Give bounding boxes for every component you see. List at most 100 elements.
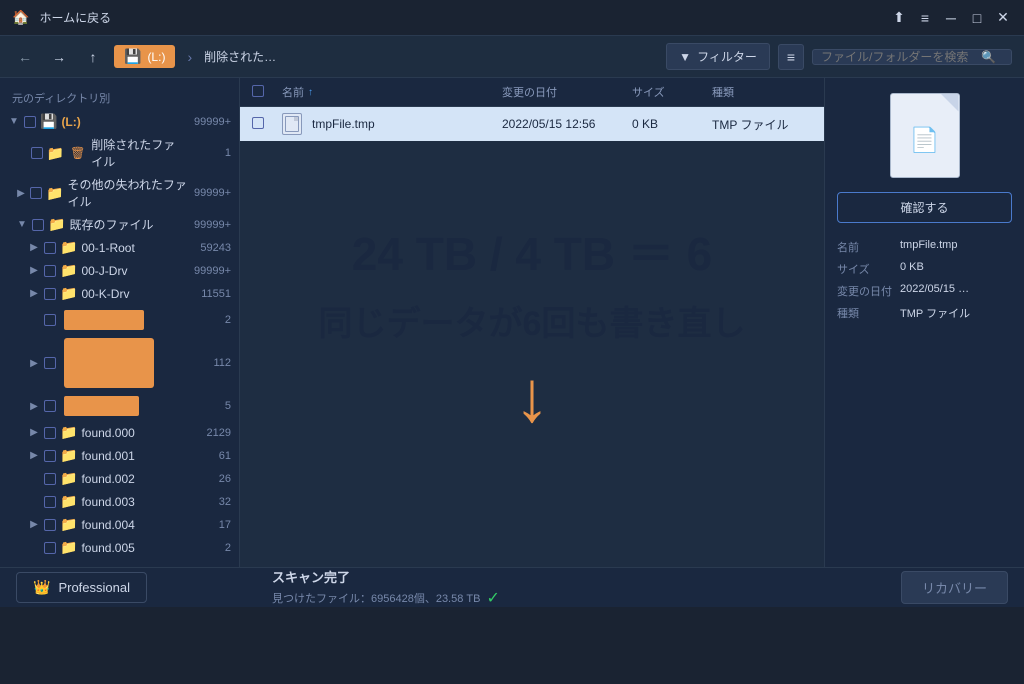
checkbox-f000[interactable] — [44, 427, 56, 439]
info-date-value: 2022/05/15 … — [900, 283, 969, 299]
sidebar-item-found002[interactable]: 📁 found.002 26 — [0, 467, 239, 490]
lost-files-count: 99999+ — [191, 187, 231, 199]
checkbox-r2[interactable] — [44, 357, 56, 369]
up-button[interactable]: ↑ — [80, 44, 106, 70]
title-bar: 🏠 ホームに戻る ⬆ ≡ ─ □ ✕ — [0, 0, 1024, 36]
expand-arrow-00-j: ▶ — [28, 265, 40, 277]
sidebar-item-found004[interactable]: ▶ 📁 found.004 17 — [0, 513, 239, 536]
lost-files-label: その他の失われたファイル — [67, 176, 187, 210]
found000-label: found.000 — [81, 426, 134, 440]
select-all-checkbox[interactable] — [252, 85, 264, 97]
sidebar-section-label: 元のディレクトリ別 — [0, 86, 239, 110]
menu-button[interactable]: ≡ — [916, 9, 934, 27]
maximize-button[interactable]: □ — [968, 9, 986, 27]
sidebar-item-redacted-2[interactable]: ▶ 112 — [0, 335, 239, 391]
folder-found005-icon: 📁 — [60, 539, 77, 556]
found003-count: 32 — [191, 496, 231, 508]
checkbox-f001[interactable] — [44, 450, 56, 462]
file-checkbox-1[interactable] — [252, 117, 264, 129]
sidebar-item-deleted-files[interactable]: 📁 🗑 削除されたファイル 1 — [0, 133, 239, 173]
sort-arrow-up[interactable]: ↑ — [308, 87, 313, 98]
checkbox-00-1[interactable] — [44, 242, 56, 254]
sidebar-item-found005[interactable]: 📁 found.005 2 — [0, 536, 239, 559]
existing-files-label: 既存のファイル — [69, 216, 153, 233]
sidebar-item-00-j-drv[interactable]: ▶ 📁 00-J-Drv 99999+ — [0, 259, 239, 282]
found001-count: 61 — [191, 450, 231, 462]
00-j-drv-count: 99999+ — [191, 265, 231, 277]
sidebar-item-found001[interactable]: ▶ 📁 found.001 61 — [0, 444, 239, 467]
checkbox-f002[interactable] — [44, 473, 56, 485]
sidebar-item-lost-files[interactable]: ▶ 📁 その他の失われたファイル 99999+ — [0, 173, 239, 213]
sidebar: 元のディレクトリ別 ▼ 💾 (L:) 99999+ 📁 🗑 削除されたファイル … — [0, 78, 240, 567]
sidebar-item-00-k-drv[interactable]: ▶ 📁 00-K-Drv 11551 — [0, 282, 239, 305]
hamburger-button[interactable]: ≡ — [778, 44, 804, 70]
folder-found000-icon: 📁 — [60, 424, 77, 441]
folder-found002-icon: 📁 — [60, 470, 77, 487]
back-button[interactable]: ← — [12, 44, 38, 70]
folder-existing-icon: 📁 — [48, 216, 65, 233]
search-icon[interactable]: 🔍 — [981, 50, 996, 64]
sidebar-item-found003[interactable]: 📁 found.003 32 — [0, 490, 239, 513]
checkbox-deleted[interactable] — [31, 147, 43, 159]
expand-icon: ▼ — [8, 116, 20, 128]
sidebar-item-root-drive[interactable]: ▼ 💾 (L:) 99999+ — [0, 110, 239, 133]
info-date-label: 変更の日付 — [837, 283, 892, 299]
checkbox-f004[interactable] — [44, 519, 56, 531]
minimize-button[interactable]: ─ — [942, 9, 960, 27]
overlay-line1: 24 TB / 4 TB ＝ 6 — [352, 218, 712, 284]
overlay-line2: 同じデータが6回も書き直し — [319, 296, 746, 345]
checkbox-existing[interactable] — [32, 219, 44, 231]
confirm-button[interactable]: 確認する — [837, 192, 1012, 223]
search-box: 🔍 — [812, 49, 1012, 65]
00-k-drv-count: 11551 — [191, 288, 231, 300]
expand-arrow-existing: ▼ — [16, 219, 28, 231]
forward-button[interactable]: → — [46, 44, 72, 70]
search-input[interactable] — [821, 50, 981, 64]
nav-bar: ← → ↑ 💾 (L:) › 削除された… ▼ フィルター ≡ 🔍 — [0, 36, 1024, 78]
checkbox-00-j[interactable] — [44, 265, 56, 277]
drive-badge[interactable]: 💾 (L:) — [114, 45, 175, 68]
folder-00-j-icon: 📁 — [60, 262, 77, 279]
sidebar-item-redacted-1[interactable]: 2 — [0, 305, 239, 335]
header-name: 名前 ↑ — [282, 84, 502, 100]
content-area: 名前 ↑ 変更の日付 サイズ 種類 tmpFil — [240, 78, 824, 567]
info-size-value: 0 KB — [900, 261, 924, 277]
share-button[interactable]: ⬆ — [890, 9, 908, 27]
name-column-label: 名前 — [282, 84, 304, 100]
checkbox-f003[interactable] — [44, 496, 56, 508]
folder-found004-icon: 📁 — [60, 516, 77, 533]
checkbox-r3[interactable] — [44, 400, 56, 412]
info-size-label: サイズ — [837, 261, 892, 277]
sidebar-item-found000[interactable]: ▶ 📁 found.000 2129 — [0, 421, 239, 444]
expand-arrow-f001: ▶ — [28, 450, 40, 462]
filter-label: フィルター — [697, 48, 757, 65]
right-panel: 📄 確認する 名前 tmpFile.tmp サイズ 0 KB 変更の日付 202… — [824, 78, 1024, 567]
folder-00-1-icon: 📁 — [60, 239, 77, 256]
00-k-drv-label: 00-K-Drv — [81, 287, 129, 301]
professional-button[interactable]: 👑 Professional — [16, 572, 147, 603]
found002-label: found.002 — [81, 472, 134, 486]
expand-arrow-00-k: ▶ — [28, 288, 40, 300]
checkbox-root[interactable] — [24, 116, 36, 128]
sidebar-item-00-1-root[interactable]: ▶ 📁 00-1-Root 59243 — [0, 236, 239, 259]
close-button[interactable]: ✕ — [994, 9, 1012, 27]
recover-button[interactable]: リカバリー — [901, 571, 1008, 604]
preview-file-visual: 📄 — [910, 126, 940, 155]
header-date: 変更の日付 — [502, 84, 632, 100]
found003-label: found.003 — [81, 495, 134, 509]
checkbox-00-k[interactable] — [44, 288, 56, 300]
info-row-size: サイズ 0 KB — [837, 261, 1012, 277]
checkbox-lost[interactable] — [30, 187, 42, 199]
home-label[interactable]: ホームに戻る — [39, 9, 111, 26]
existing-files-count: 99999+ — [191, 219, 231, 231]
filter-button[interactable]: ▼ フィルター — [666, 43, 770, 70]
checkbox-f005[interactable] — [44, 542, 56, 554]
sidebar-item-existing-files[interactable]: ▼ 📁 既存のファイル 99999+ — [0, 213, 239, 236]
info-row-name: 名前 tmpFile.tmp — [837, 239, 1012, 255]
checkbox-r1[interactable] — [44, 314, 56, 326]
00-j-drv-label: 00-J-Drv — [81, 264, 127, 278]
table-row[interactable]: tmpFile.tmp 2022/05/15 12:56 0 KB TMP ファ… — [240, 107, 824, 142]
expand-arrow-lost: ▶ — [16, 187, 26, 199]
sidebar-item-redacted-3[interactable]: ▶ 5 — [0, 391, 239, 421]
found000-count: 2129 — [191, 427, 231, 439]
